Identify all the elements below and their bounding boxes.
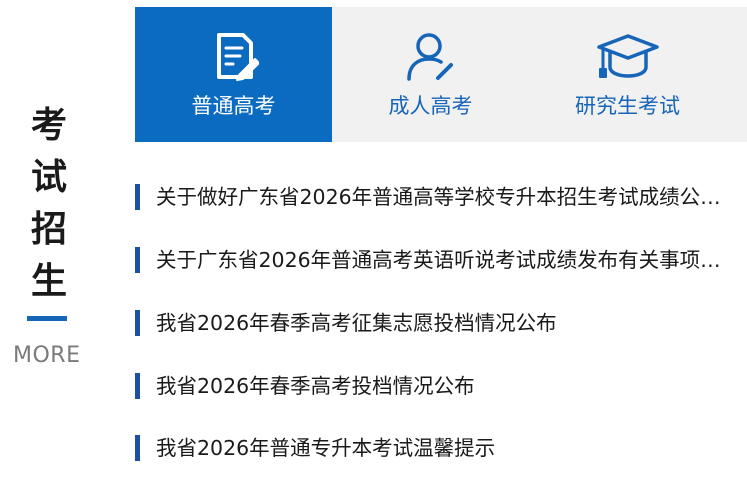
list-marker: [135, 310, 140, 336]
news-title[interactable]: 关于广东省2026年普通高考英语听说考试成绩发布有关事项的通知: [156, 245, 731, 275]
exam-tabs: 普通高考 成人高考 研究生考试: [135, 7, 747, 142]
news-title[interactable]: 我省2026年春季高考投档情况公布: [156, 371, 731, 401]
section-title: 考 试 招 生: [29, 100, 69, 308]
list-marker: [135, 435, 140, 461]
news-item[interactable]: 我省2026年春季高考投档情况公布: [135, 371, 747, 401]
news-title[interactable]: 关于做好广东省2026年普通高等学校专升本招生考试成绩公布及录取工作的通知: [156, 182, 731, 212]
document-pen-icon: [209, 31, 260, 87]
graduation-cap-icon: [595, 31, 661, 87]
tab-adult-gaokao[interactable]: 成人高考: [332, 7, 529, 142]
tab-label: 成人高考: [388, 94, 473, 118]
section-sidebar: 考 试 招 生 MORE: [0, 0, 95, 480]
section-title-char: 生: [30, 261, 67, 302]
list-marker: [135, 247, 140, 273]
news-item[interactable]: 关于广东省2026年普通高考英语听说考试成绩发布有关事项的通知: [135, 245, 747, 275]
list-marker: [135, 184, 140, 210]
news-item[interactable]: 我省2026年普通专升本考试温馨提示: [135, 433, 747, 463]
section-title-char: 招: [30, 209, 67, 250]
tab-label: 普通高考: [191, 94, 276, 118]
list-marker: [135, 373, 140, 399]
more-link[interactable]: MORE: [13, 343, 80, 368]
tab-postgraduate-exam[interactable]: 研究生考试: [529, 7, 726, 142]
tab-regular-gaokao[interactable]: 普通高考: [135, 7, 332, 142]
tab-label: 研究生考试: [575, 94, 680, 118]
section-title-char: 试: [30, 157, 67, 198]
news-title[interactable]: 我省2026年普通专升本考试温馨提示: [156, 433, 731, 463]
news-title[interactable]: 我省2026年春季高考征集志愿投档情况公布: [156, 308, 731, 338]
title-underline: [27, 316, 67, 321]
news-item[interactable]: 我省2026年春季高考征集志愿投档情况公布: [135, 308, 747, 338]
section-title-char: 考: [30, 105, 67, 146]
news-item[interactable]: 关于做好广东省2026年普通高等学校专升本招生考试成绩公布及录取工作的通知: [135, 182, 747, 212]
person-pen-icon: [404, 31, 458, 87]
